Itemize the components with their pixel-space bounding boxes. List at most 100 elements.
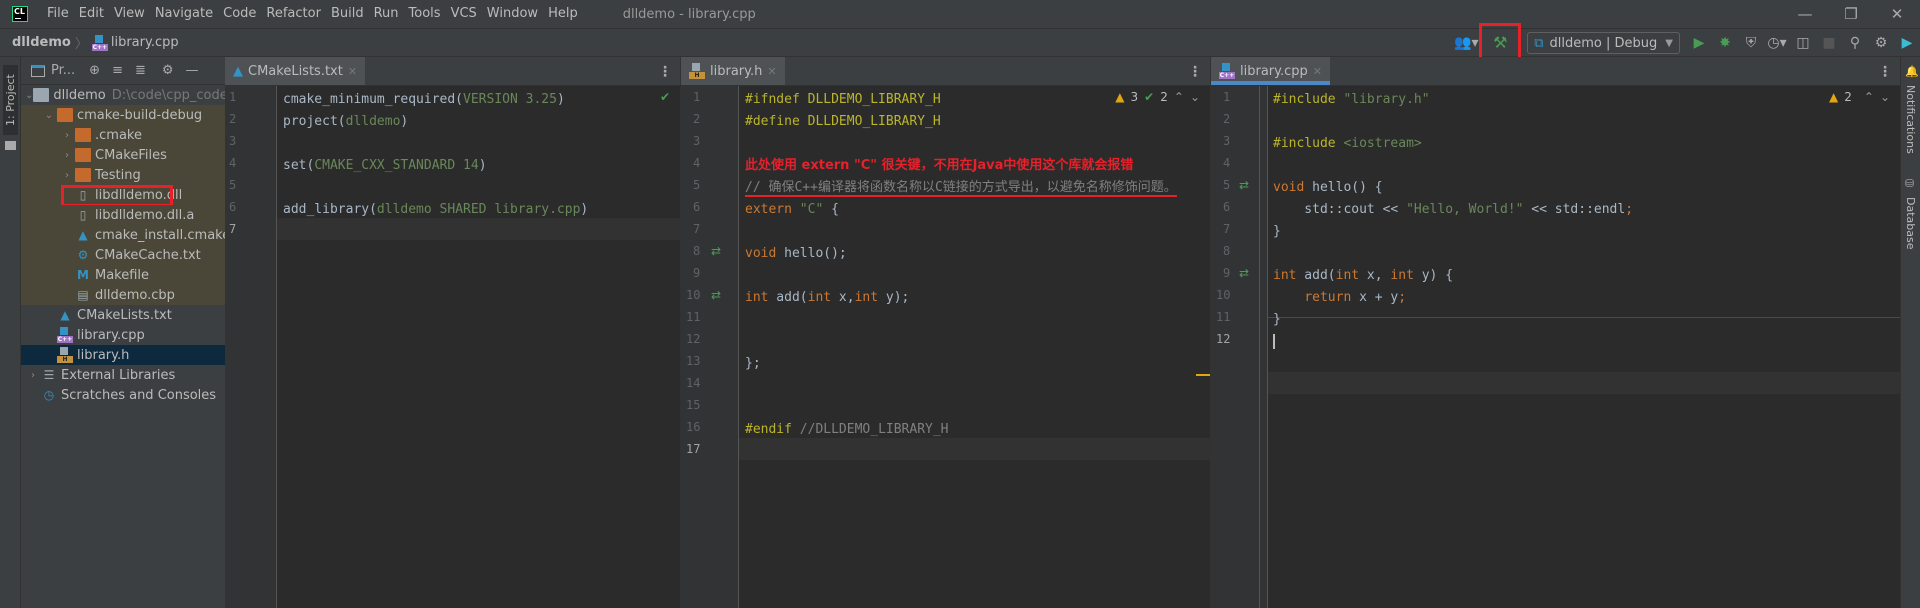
tree-item-dlldemo-cbp[interactable]: ▤ dlldemo.cbp (21, 285, 225, 305)
tree-item-cmakefiles[interactable]: › CMakeFiles (21, 145, 225, 165)
toolbox-icon[interactable]: ▶ (1894, 31, 1920, 55)
project-tool-tab[interactable]: 1: Project (3, 65, 18, 135)
more-options-icon[interactable]: ⋮ (658, 64, 672, 80)
code-area[interactable]: #include "library.h" #include <iostream>… (1273, 89, 1633, 353)
menu-view[interactable]: View (109, 0, 150, 28)
tree-item-dlldemo[interactable]: ⌄ dlldemo D:\code\cpp_code (21, 85, 225, 105)
tab-cmakelists[interactable]: ▲ CMakeLists.txt ✕ (225, 57, 366, 85)
menu-help[interactable]: Help (543, 0, 583, 28)
more-options-icon[interactable]: ⋮ (1188, 64, 1202, 80)
tree-item-library-cpp[interactable]: C++ library.cpp (21, 325, 225, 345)
more-options-icon[interactable]: ⋮ (1878, 64, 1892, 80)
tree-item-testing[interactable]: › Testing (21, 165, 225, 185)
navigate-to-definition-icon[interactable]: ⇄ (711, 244, 721, 258)
restore-icon[interactable]: ❐ (1828, 0, 1874, 28)
close-tab-icon[interactable]: ✕ (767, 65, 776, 78)
code-area[interactable]: #ifndef DLLDEMO_LIBRARY_H #define DLLDEM… (745, 89, 1177, 441)
next-highlight-icon[interactable]: ⌄ (1880, 90, 1890, 104)
tree-item-library-h[interactable]: H library.h (21, 345, 225, 365)
chevron-right-icon[interactable]: › (59, 150, 75, 161)
menu-window[interactable]: Window (482, 0, 543, 28)
project-panel-header: Pr... ⊕ ≡ ≣ ⚙ — (21, 57, 225, 85)
chevron-right-icon[interactable]: › (59, 170, 75, 181)
chevron-right-icon[interactable]: › (25, 370, 41, 381)
fold-line (1259, 86, 1260, 608)
code-area[interactable]: cmake_minimum_required(VERSION 3.25) pro… (283, 89, 588, 221)
line-number: 16 (686, 420, 701, 434)
collapse-all-icon[interactable]: ≣ (135, 63, 146, 78)
tree-item-cmakelists[interactable]: ▲ CMakeLists.txt (21, 305, 225, 325)
coverage-icon[interactable]: ⛨ (1738, 31, 1764, 55)
chevron-down-icon[interactable]: ⌄ (25, 90, 33, 101)
navigate-to-declaration-icon[interactable]: ⇄ (1239, 266, 1249, 280)
database-tool-tab[interactable]: Database (1904, 197, 1917, 250)
notifications-tool-tab[interactable]: Notifications (1904, 85, 1917, 154)
previous-highlight-icon[interactable]: ⌃ (1864, 90, 1874, 104)
locate-icon[interactable]: ⊕ (89, 63, 100, 78)
menu-build[interactable]: Build (326, 0, 369, 28)
hide-icon[interactable]: — (186, 63, 199, 78)
minimize-icon[interactable]: — (1782, 0, 1828, 28)
search-icon[interactable]: ⚲ (1842, 31, 1868, 55)
stop-icon[interactable]: ■ (1816, 31, 1842, 55)
navigate-to-declaration-icon[interactable]: ⇄ (1239, 178, 1249, 192)
tree-item-libdlldemo-dll[interactable]: ▯ libdlldemo.dll (21, 185, 225, 205)
profile-icon[interactable]: ◷▾ (1764, 31, 1790, 55)
settings-icon[interactable]: ⚙ (1868, 31, 1894, 55)
line-number: 2 (229, 112, 237, 126)
tree-item-cmake[interactable]: › .cmake (21, 125, 225, 145)
next-highlight-icon[interactable]: ⌄ (1190, 90, 1200, 104)
close-icon[interactable]: ✕ (1874, 0, 1920, 28)
close-tab-icon[interactable]: ✕ (1313, 65, 1322, 78)
menu-tools[interactable]: Tools (404, 0, 446, 28)
menu-refactor[interactable]: Refactor (261, 0, 326, 28)
menu-vcs[interactable]: VCS (446, 0, 482, 28)
tree-item-libdlldemo-dll-a[interactable]: ▯ libdlldemo.dll.a (21, 205, 225, 225)
error-stripe-mark[interactable] (1196, 374, 1210, 376)
annotation-note: 此处使用 extern "C" 很关键，不用在Java中使用这个库就会报错 (745, 158, 1134, 173)
line-number: 11 (1216, 310, 1231, 324)
line-number: 4 (1223, 156, 1231, 170)
breadcrumb-file[interactable]: library.cpp (111, 35, 179, 50)
menu-file[interactable]: File (42, 0, 74, 28)
weak-warning-icon: ✔ (1144, 90, 1155, 104)
close-tab-icon[interactable]: ✕ (348, 65, 357, 78)
tree-item-scratches[interactable]: ◷ Scratches and Consoles (21, 385, 225, 405)
window-icon: ⧉ (1534, 35, 1544, 51)
menu-navigate[interactable]: Navigate (150, 0, 218, 28)
chevron-right-icon[interactable]: › (59, 130, 75, 141)
run-icon[interactable]: ▶ (1686, 31, 1712, 55)
tree-label: Scratches and Consoles (61, 387, 217, 403)
debug-icon[interactable]: ✸ (1712, 31, 1738, 55)
attach-icon[interactable]: ◫ (1790, 31, 1816, 55)
tree-label: library.cpp (77, 327, 145, 343)
tree-item-cmake-install[interactable]: ▲ cmake_install.cmake (21, 225, 225, 245)
tab-library-h[interactable]: H library.h ✕ (681, 57, 785, 85)
gear-icon[interactable]: ⚙ (162, 63, 174, 78)
folder-icon (75, 168, 91, 182)
tree-item-makefile[interactable]: M Makefile (21, 265, 225, 285)
chevron-down-icon[interactable]: ⌄ (41, 110, 57, 121)
libraries-icon: ☰ (43, 368, 55, 382)
menu-run[interactable]: Run (369, 0, 404, 28)
inspection-widget[interactable]: ✔ (660, 90, 670, 104)
tree-item-cmake-build-debug[interactable]: ⌄ cmake-build-debug (21, 105, 225, 125)
line-number: 4 (693, 156, 701, 170)
user-icon[interactable]: 👥▾ (1453, 31, 1479, 55)
inspection-widget[interactable]: ▲ 2 ⌃ ⌄ (1829, 90, 1890, 104)
breadcrumb-project[interactable]: dlldemo (12, 35, 71, 50)
tree-item-cmakecache[interactable]: ⚙ CMakeCache.txt (21, 245, 225, 265)
tree-item-external-libraries[interactable]: › ☰ External Libraries (21, 365, 225, 385)
previous-highlight-icon[interactable]: ⌃ (1174, 90, 1184, 104)
navigate-to-definition-icon[interactable]: ⇄ (711, 288, 721, 302)
tab-library-cpp[interactable]: C++ library.cpp ✕ (1211, 57, 1330, 85)
project-panel-title[interactable]: Pr... (51, 63, 75, 78)
clion-logo-icon: CL (12, 6, 28, 22)
expand-all-icon[interactable]: ≡ (112, 63, 123, 78)
build-hammer-icon[interactable]: ⚒ (1479, 23, 1522, 61)
inspection-widget[interactable]: ▲ 3 ✔ 2 ⌃ ⌄ (1115, 90, 1200, 104)
run-configuration-select[interactable]: ⧉ dlldemo | Debug ▼ (1527, 32, 1680, 54)
tree-label: CMakeLists.txt (77, 307, 172, 323)
menu-edit[interactable]: Edit (74, 0, 109, 28)
menu-code[interactable]: Code (218, 0, 261, 28)
